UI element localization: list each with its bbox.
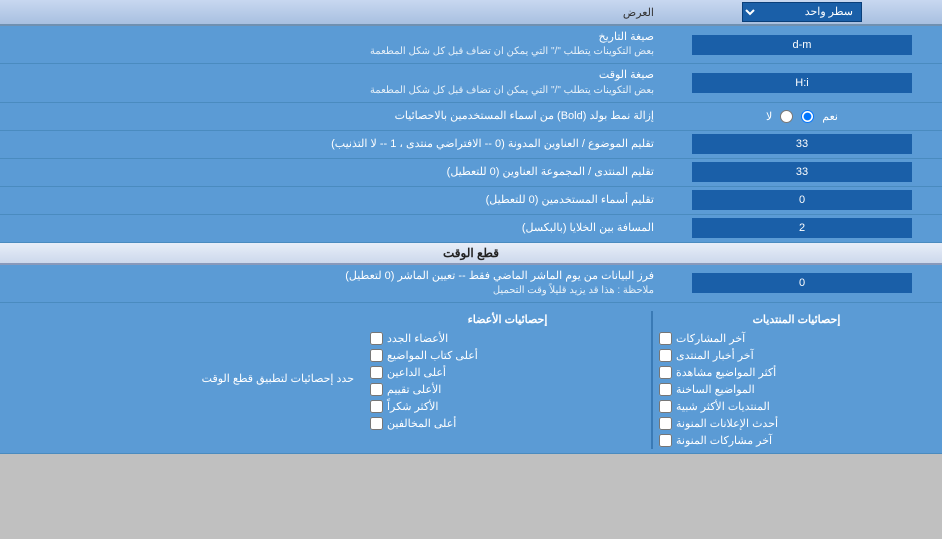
checkbox-popular-forums[interactable] bbox=[659, 400, 672, 413]
user-names-row: تقليم أسماء المستخدمين (0 للتعطيل) bbox=[0, 187, 942, 215]
stats-columns-container: إحصائيات المنتديات آخر المشاركات آخر أخب… bbox=[362, 307, 942, 453]
forum-address-input-container bbox=[662, 160, 942, 184]
radio-yes-label: نعم bbox=[822, 110, 838, 123]
date-format-label: صيغة التاريخ بعض التكوينات يتطلب "/" الت… bbox=[0, 26, 662, 63]
checkbox-most-thanked[interactable] bbox=[370, 400, 383, 413]
cell-distance-row: المسافة بين الخلايا (بالبكسل) bbox=[0, 215, 942, 243]
display-select-container: سطر واحدسطرانثلاثة أسطر bbox=[662, 0, 942, 24]
time-format-row: صيغة الوقت بعض التكوينات يتطلب "/" التي … bbox=[0, 64, 942, 102]
bold-remove-row: نعم لا إزالة نمط بولد (Bold) من اسماء ال… bbox=[0, 103, 942, 131]
forum-address-row: تقليم المنتدى / المجموعة العناوين (0 للت… bbox=[0, 159, 942, 187]
display-select[interactable]: سطر واحدسطرانثلاثة أسطر bbox=[742, 2, 862, 22]
display-label: العرض bbox=[0, 2, 662, 23]
date-format-input-container bbox=[662, 33, 942, 57]
cutoff-title: قطع الوقت bbox=[0, 243, 942, 263]
stats-col2-header: إحصائيات الأعضاء bbox=[370, 311, 645, 330]
time-format-input[interactable] bbox=[692, 73, 912, 93]
checkbox-hot-topics[interactable] bbox=[659, 383, 672, 396]
cutoff-input[interactable] bbox=[692, 273, 912, 293]
cutoff-section-header: قطع الوقت bbox=[0, 243, 942, 265]
time-format-label: صيغة الوقت بعض التكوينات يتطلب "/" التي … bbox=[0, 64, 662, 101]
bold-radio-container: نعم لا bbox=[662, 108, 942, 125]
stats-col1: إحصائيات المنتديات آخر المشاركات آخر أخب… bbox=[659, 311, 934, 449]
date-format-row: صيغة التاريخ بعض التكوينات يتطلب "/" الت… bbox=[0, 26, 942, 64]
stats-item-1: آخر المشاركات bbox=[659, 330, 934, 347]
stats-item-6: أحدث الإعلانات المنونة bbox=[659, 415, 934, 432]
stats-col1-header: إحصائيات المنتديات bbox=[659, 311, 934, 330]
topic-address-row: تقليم الموضوع / العناوين المدونة (0 -- ا… bbox=[0, 131, 942, 159]
topic-address-input-container bbox=[662, 132, 942, 156]
checkbox-latest-announcements[interactable] bbox=[659, 417, 672, 430]
topic-address-label: تقليم الموضوع / العناوين المدونة (0 -- ا… bbox=[0, 133, 662, 156]
cell-distance-label: المسافة بين الخلايا (بالبكسل) bbox=[0, 217, 662, 240]
checkbox-top-referrers[interactable] bbox=[370, 366, 383, 379]
stats-member-3: أعلى الداعين bbox=[370, 364, 645, 381]
forum-address-label: تقليم المنتدى / المجموعة العناوين (0 للت… bbox=[0, 161, 662, 184]
topic-address-input[interactable] bbox=[692, 134, 912, 154]
stats-item-3: أكثر المواضيع مشاهدة bbox=[659, 364, 934, 381]
display-row: سطر واحدسطرانثلاثة أسطر العرض bbox=[0, 0, 942, 26]
checkbox-last-posts[interactable] bbox=[659, 332, 672, 345]
stats-col-divider bbox=[651, 311, 653, 449]
stats-filter-row: إحصائيات المنتديات آخر المشاركات آخر أخب… bbox=[0, 303, 942, 454]
bold-remove-label: إزالة نمط بولد (Bold) من اسماء المستخدمي… bbox=[0, 105, 662, 128]
radio-no-label: لا bbox=[766, 110, 772, 123]
user-names-input[interactable] bbox=[692, 190, 912, 210]
radio-no[interactable] bbox=[780, 110, 793, 123]
cutoff-input-container bbox=[662, 271, 942, 295]
stats-item-7: آخر مشاركات المنونة bbox=[659, 432, 934, 449]
time-format-input-container bbox=[662, 71, 942, 95]
stats-item-2: آخر أخبار المنتدى bbox=[659, 347, 934, 364]
checkbox-top-posters[interactable] bbox=[370, 349, 383, 362]
stats-item-4: المواضيع الساخنة bbox=[659, 381, 934, 398]
user-names-input-container bbox=[662, 188, 942, 212]
date-format-input[interactable] bbox=[692, 35, 912, 55]
stats-col2: إحصائيات الأعضاء الأعضاء الجدد أعلى كتاب… bbox=[370, 311, 645, 449]
stats-member-1: الأعضاء الجدد bbox=[370, 330, 645, 347]
stats-member-5: الأكثر شكراً bbox=[370, 398, 645, 415]
main-container: سطر واحدسطرانثلاثة أسطر العرض صيغة التار… bbox=[0, 0, 942, 454]
forum-address-input[interactable] bbox=[692, 162, 912, 182]
stats-member-4: الأعلى تقييم bbox=[370, 381, 645, 398]
cutoff-label: فرز البيانات من يوم الماشر الماضي فقط --… bbox=[0, 265, 662, 302]
checkbox-top-rated[interactable] bbox=[370, 383, 383, 396]
checkbox-last-news[interactable] bbox=[659, 349, 672, 362]
checkbox-most-viewed[interactable] bbox=[659, 366, 672, 379]
user-names-label: تقليم أسماء المستخدمين (0 للتعطيل) bbox=[0, 189, 662, 212]
checkbox-top-violators[interactable] bbox=[370, 417, 383, 430]
cutoff-row: فرز البيانات من يوم الماشر الماضي فقط --… bbox=[0, 265, 942, 303]
stats-member-6: أعلى المخالفين bbox=[370, 415, 645, 432]
stats-item-5: المنتديات الأكثر شبية bbox=[659, 398, 934, 415]
stats-filter-label: حدد إحصائيات لتطبيق قطع الوقت bbox=[0, 368, 362, 391]
stats-member-2: أعلى كتاب المواضيع bbox=[370, 347, 645, 364]
cell-distance-input[interactable] bbox=[692, 218, 912, 238]
cell-distance-input-container bbox=[662, 216, 942, 240]
checkbox-last-forum-posts[interactable] bbox=[659, 434, 672, 447]
radio-yes[interactable] bbox=[801, 110, 814, 123]
checkbox-new-members[interactable] bbox=[370, 332, 383, 345]
